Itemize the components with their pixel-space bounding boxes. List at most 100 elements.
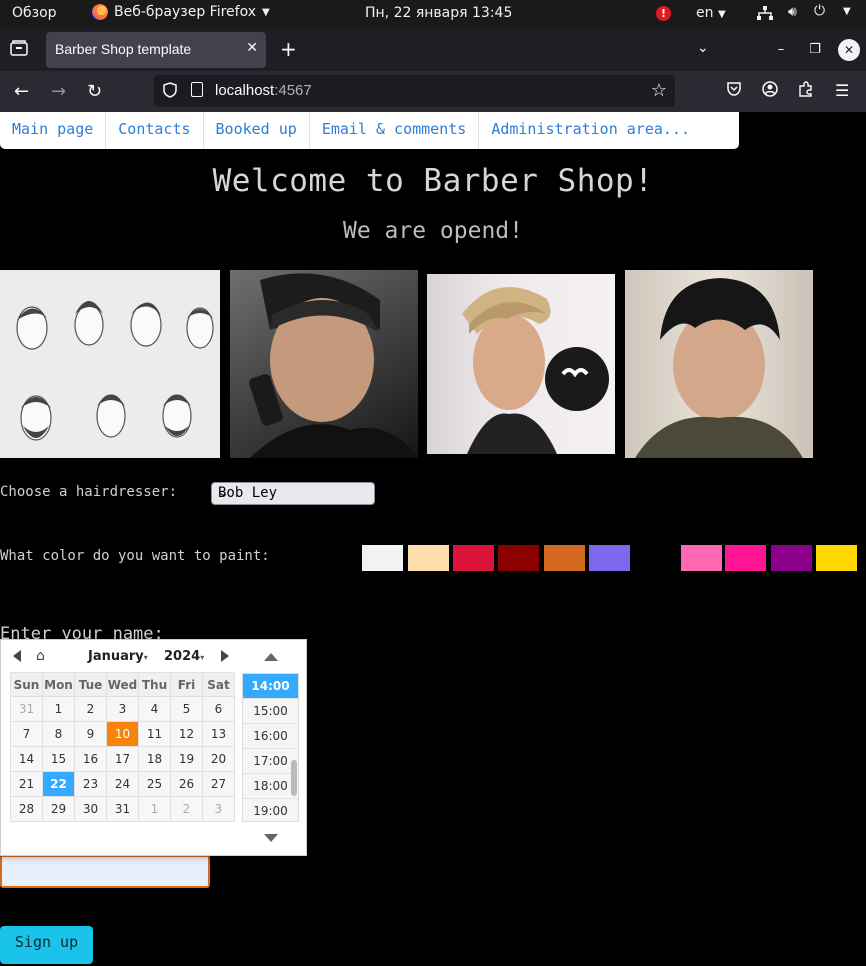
time-scroll-down-icon[interactable]: [264, 834, 278, 842]
page-info-icon[interactable]: [191, 82, 203, 97]
calendar-day[interactable]: 31: [106, 796, 139, 822]
calendar-day[interactable]: 24: [106, 771, 139, 797]
calendar-day[interactable]: 18: [138, 746, 171, 772]
next-month-arrow-icon[interactable]: [221, 650, 229, 662]
calendar-day[interactable]: 17: [106, 746, 139, 772]
color-label: What color do you want to paint:: [0, 548, 270, 564]
tab-barber-shop[interactable]: Barber Shop template ✕: [46, 32, 266, 68]
time-option[interactable]: 16:00: [243, 724, 298, 749]
time-scroll-up-icon[interactable]: [264, 653, 278, 661]
list-all-tabs-chevron-icon[interactable]: ⌄: [697, 40, 709, 56]
calendar-day[interactable]: 22: [42, 771, 75, 797]
color-swatch[interactable]: [453, 545, 494, 571]
calendar-day[interactable]: 28: [10, 796, 43, 822]
calendar-day[interactable]: 27: [202, 771, 235, 797]
hairdresser-select[interactable]: Bob Ley ⌄: [211, 482, 375, 505]
calendar-day[interactable]: 3: [202, 796, 235, 822]
firefox-view-icon[interactable]: [10, 40, 28, 58]
calendar-day[interactable]: 2: [74, 696, 107, 722]
calendar-day[interactable]: 16: [74, 746, 107, 772]
account-icon[interactable]: [762, 81, 778, 101]
color-swatch[interactable]: [362, 545, 403, 571]
calendar-day[interactable]: 1: [138, 796, 171, 822]
calendar-day[interactable]: 12: [170, 721, 203, 747]
power-icon[interactable]: ⏻: [814, 3, 825, 19]
activities-button[interactable]: Обзор: [12, 5, 57, 21]
nav-main-page[interactable]: Main page: [0, 112, 107, 149]
color-swatch[interactable]: [816, 545, 857, 571]
color-swatch[interactable]: [408, 545, 449, 571]
color-swatch[interactable]: [544, 545, 585, 571]
network-icon[interactable]: [757, 6, 773, 24]
keyboard-layout[interactable]: en ▼: [696, 5, 726, 21]
calendar-day[interactable]: 8: [42, 721, 75, 747]
calendar-day[interactable]: 20: [202, 746, 235, 772]
calendar-day[interactable]: 5: [170, 696, 203, 722]
nav-administration-area[interactable]: Administration area...: [479, 112, 702, 149]
calendar-day[interactable]: 14: [10, 746, 43, 772]
today-home-icon[interactable]: ⌂: [36, 648, 45, 664]
calendar-day[interactable]: 3: [106, 696, 139, 722]
sign-up-button[interactable]: Sign up: [0, 926, 93, 964]
color-swatch[interactable]: [725, 545, 766, 571]
time-list-scrollbar[interactable]: [291, 760, 297, 796]
color-swatch[interactable]: [589, 545, 630, 571]
calendar-day[interactable]: 7: [10, 721, 43, 747]
nav-booked-up[interactable]: Booked up: [204, 112, 310, 149]
app-menu[interactable]: Веб-браузер Firefox ▼: [92, 4, 270, 20]
minimize-icon[interactable]: –: [770, 39, 792, 61]
calendar-day[interactable]: 31: [10, 696, 43, 722]
color-swatch[interactable]: [771, 545, 812, 571]
calendar-day[interactable]: 1: [42, 696, 75, 722]
chevron-down-icon: ⌄: [218, 485, 229, 499]
window-close-icon[interactable]: ✕: [838, 39, 860, 61]
back-arrow-icon[interactable]: ←: [14, 81, 29, 102]
month-select[interactable]: January▾: [88, 649, 148, 664]
calendar-day[interactable]: 26: [170, 771, 203, 797]
system-menu-chevron-icon[interactable]: ▼: [843, 6, 851, 17]
time-option[interactable]: 17:00: [243, 749, 298, 774]
volume-icon[interactable]: 🔊︎: [788, 4, 797, 20]
new-tab-plus-icon[interactable]: +: [280, 37, 297, 61]
forward-arrow-icon[interactable]: →: [51, 81, 66, 102]
calendar-day[interactable]: 23: [74, 771, 107, 797]
hamburger-menu-icon[interactable]: ☰: [835, 81, 849, 100]
prev-month-arrow-icon[interactable]: [13, 650, 21, 662]
time-option[interactable]: 15:00: [243, 699, 298, 724]
color-swatch[interactable]: [681, 545, 722, 571]
address-bar[interactable]: localhost:4567 ☆: [154, 75, 675, 107]
calendar-day[interactable]: 13: [202, 721, 235, 747]
time-option[interactable]: 19:00: [243, 799, 298, 821]
reload-icon[interactable]: ↻: [87, 81, 102, 102]
time-option[interactable]: 18:00: [243, 774, 298, 799]
calendar-day[interactable]: 25: [138, 771, 171, 797]
calendar-day[interactable]: 10: [106, 721, 139, 747]
calendar-day[interactable]: 4: [138, 696, 171, 722]
nav-email-comments[interactable]: Email & comments: [310, 112, 480, 149]
year-select[interactable]: 2024▾: [164, 649, 204, 664]
color-swatch[interactable]: [498, 545, 539, 571]
url-text[interactable]: localhost:4567: [215, 82, 312, 99]
pocket-icon[interactable]: [726, 81, 742, 101]
color-swatch[interactable]: [635, 545, 676, 571]
calendar-day[interactable]: 9: [74, 721, 107, 747]
bookmark-star-icon[interactable]: ☆: [651, 80, 667, 101]
extensions-puzzle-icon[interactable]: [798, 81, 814, 101]
calendar-day[interactable]: 30: [74, 796, 107, 822]
calendar-day[interactable]: 15: [42, 746, 75, 772]
maximize-icon[interactable]: ❐: [804, 39, 826, 61]
calendar-day[interactable]: 6: [202, 696, 235, 722]
year-label: 2024: [164, 649, 201, 664]
calendar-day[interactable]: 21: [10, 771, 43, 797]
time-option[interactable]: 14:00: [243, 674, 298, 699]
close-icon[interactable]: ✕: [246, 40, 258, 56]
calendar-day[interactable]: 11: [138, 721, 171, 747]
calendar-day[interactable]: 2: [170, 796, 203, 822]
calendar-day[interactable]: 19: [170, 746, 203, 772]
nav-contacts[interactable]: Contacts: [106, 112, 204, 149]
datetime-input[interactable]: [0, 855, 210, 888]
tracking-shield-icon[interactable]: [163, 82, 177, 102]
notification-alert-icon[interactable]: !: [656, 6, 671, 21]
calendar-day[interactable]: 29: [42, 796, 75, 822]
clock[interactable]: Пн, 22 января 13:45: [365, 5, 512, 21]
